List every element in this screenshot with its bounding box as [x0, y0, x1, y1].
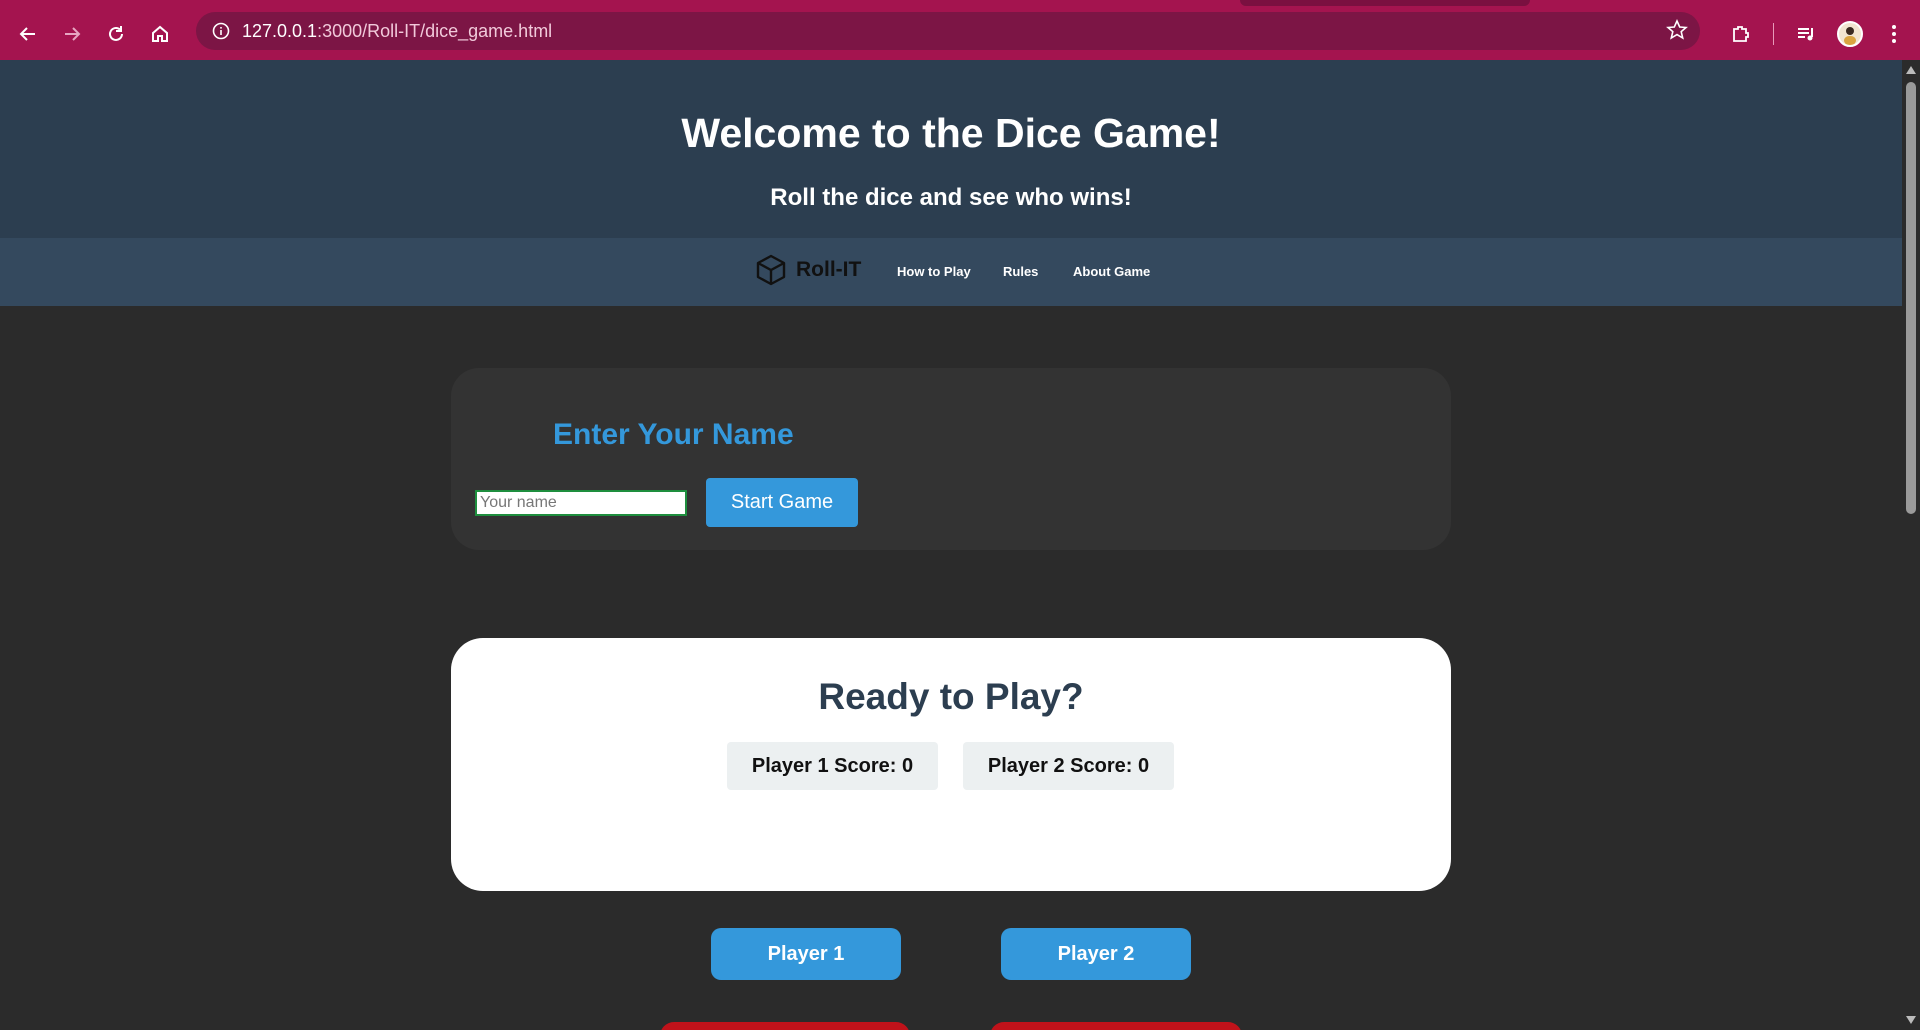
browser-toolbar: 127.0.0.1:3000/Roll-IT/dice_game.html [0, 8, 1920, 60]
page-header: Welcome to the Dice Game! Roll the dice … [0, 60, 1902, 238]
media-control-button[interactable] [1784, 14, 1828, 54]
brand-logo[interactable]: Roll-IT [754, 253, 861, 287]
puzzle-icon [1733, 26, 1749, 42]
game-status-heading: Ready to Play? [818, 676, 1084, 717]
player2-score: Player 2 Score: 0 [963, 742, 1174, 790]
player1-roll-button[interactable] [660, 1022, 910, 1030]
browser-menu-button[interactable] [1872, 14, 1916, 54]
nav-link-how-to-play[interactable]: How to Play [897, 264, 971, 279]
player1-button[interactable]: Player 1 [711, 928, 901, 980]
brand-name: Roll-IT [796, 258, 862, 281]
browser-tab[interactable] [1240, 0, 1530, 6]
page-subtitle: Roll the dice and see who wins! [770, 184, 1132, 211]
home-icon [152, 25, 168, 42]
navbar: Roll-IT How to Play Rules About Game [0, 238, 1902, 306]
url-path: :3000/Roll-IT/dice_game.html [317, 20, 553, 41]
reload-icon [109, 26, 123, 41]
player2-roll-button[interactable] [990, 1022, 1242, 1030]
page-scrollbar[interactable] [1902, 60, 1920, 1030]
toolbar-actions [1719, 8, 1920, 60]
scroll-up-arrow-icon[interactable] [1906, 66, 1916, 74]
scrollbar-thumb[interactable] [1906, 82, 1916, 514]
nav-link-rules[interactable]: Rules [1003, 264, 1038, 279]
address-bar[interactable]: 127.0.0.1:3000/Roll-IT/dice_game.html [196, 12, 1700, 50]
home-button[interactable] [138, 14, 182, 54]
url-host: 127.0.0.1 [242, 20, 318, 41]
page-viewport: Welcome to the Dice Game! Roll the dice … [0, 60, 1902, 1030]
url-text: 127.0.0.1:3000/Roll-IT/dice_game.html [242, 21, 552, 42]
nav-link-about-game[interactable]: About Game [1073, 264, 1150, 279]
scroll-down-arrow-icon[interactable] [1906, 1016, 1916, 1024]
playlist-icon [1798, 28, 1813, 41]
back-button[interactable] [6, 14, 50, 54]
dice-cube-icon [756, 254, 786, 286]
name-entry-card: Enter Your Name Start Game [451, 368, 1451, 550]
forward-button[interactable] [50, 14, 94, 54]
extensions-button[interactable] [1719, 14, 1763, 54]
arrow-left-icon [19, 27, 35, 41]
player-name-input[interactable] [475, 490, 687, 516]
player2-button[interactable]: Player 2 [1001, 928, 1191, 980]
name-entry-heading: Enter Your Name [553, 418, 794, 451]
site-info-icon[interactable] [202, 12, 240, 50]
profile-button[interactable] [1828, 14, 1872, 54]
player1-score: Player 1 Score: 0 [727, 742, 938, 790]
page-title: Welcome to the Dice Game! [681, 110, 1221, 156]
toolbar-divider [1773, 23, 1774, 45]
avatar [1837, 21, 1863, 47]
start-game-button[interactable]: Start Game [706, 478, 858, 527]
game-status-card: Ready to Play? Player 1 Score: 0 Player … [451, 638, 1451, 891]
arrow-right-icon [65, 27, 81, 41]
bookmark-star-icon[interactable] [1666, 19, 1688, 46]
kebab-menu-icon [1892, 25, 1896, 43]
reload-button[interactable] [94, 14, 138, 54]
browser-tab-strip [0, 0, 1920, 8]
